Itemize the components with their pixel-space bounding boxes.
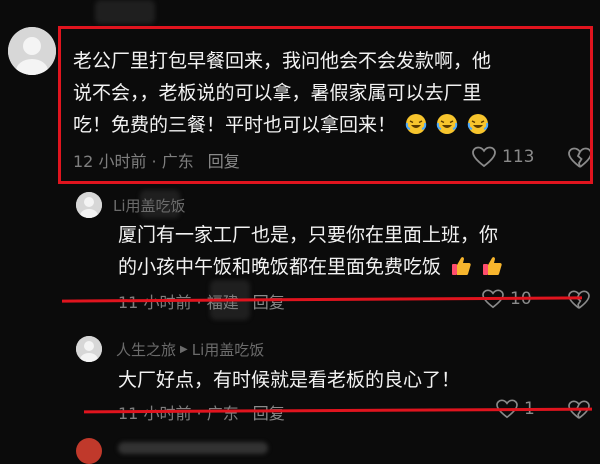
comment-text: 厦门有一家工厂也是，只要你在里面上班，你 的小孩中午饭和晚饭都在里面免费吃饭 (118, 219, 503, 283)
avatar[interactable] (8, 27, 56, 75)
blur-artifact (95, 0, 155, 24)
avatar[interactable] (76, 336, 102, 362)
comment-line: 大厂好点，有时候就是看老板的良心了！ (118, 369, 461, 391)
default-avatar-icon (8, 27, 56, 75)
reply-arrow-icon: ▶ (180, 344, 188, 355)
default-avatar-icon (76, 192, 102, 218)
red-annotation-box (58, 26, 593, 184)
username-partial (118, 442, 268, 454)
comment-text: 大厂好点，有时候就是看老板的良心了！ (118, 364, 460, 396)
avatar[interactable] (76, 438, 102, 464)
comment-time: 11 小时前 (118, 293, 192, 312)
default-avatar-icon (76, 336, 102, 362)
thumbs-up-emoji-icon (452, 257, 471, 275)
username-text: 人生之旅 (116, 341, 177, 359)
comment-line: 的小孩中午饭和晚饭都在里面免费吃饭 (118, 256, 442, 278)
comment-location: 广东 (206, 404, 239, 423)
thumbs-up-emoji-icon (483, 257, 502, 275)
avatar[interactable] (76, 192, 102, 218)
reply-to-username: Li用盖吃饭 (191, 341, 265, 359)
comment-time: 11 小时前 (118, 404, 192, 423)
comment-location: 福建 (206, 293, 239, 312)
username-text: Li用盖吃饭 (113, 197, 186, 215)
dislike-broken-heart-icon[interactable] (568, 290, 590, 310)
comment-line-with-emoji: 的小孩中午饭和晚饭都在里面免费吃饭 (118, 251, 503, 283)
username[interactable]: 人生之旅 ▶ Li用盖吃饭 (116, 339, 264, 360)
username[interactable]: Li用盖吃饭 (113, 195, 186, 216)
comment-line: 厦门有一家工厂也是，只要你在里面上班，你 (118, 224, 499, 246)
